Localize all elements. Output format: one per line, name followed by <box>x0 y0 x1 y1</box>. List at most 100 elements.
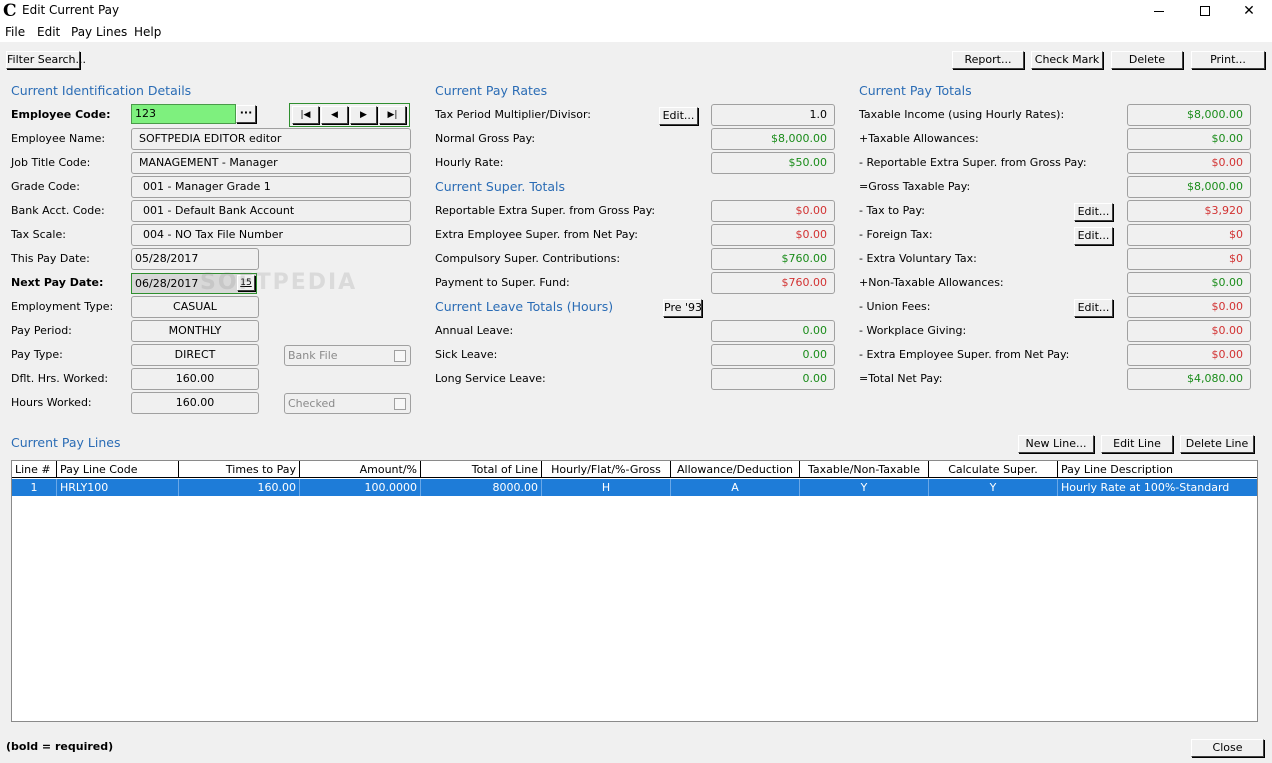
employment-type-label: Employment Type: <box>11 300 114 313</box>
pay-rates-section-title: Current Pay Rates <box>435 83 548 98</box>
filter-search-button[interactable]: Filter Search... <box>6 51 86 69</box>
report-button[interactable]: Report... <box>952 51 1024 69</box>
multiplier-edit-button[interactable]: Edit... <box>659 107 698 125</box>
tax-to-pay-edit-button[interactable]: Edit... <box>1074 203 1113 221</box>
employee-name-field: SOFTPEDIA EDITOR editor <box>131 128 411 150</box>
foreign-tax-edit-button[interactable]: Edit... <box>1074 227 1113 245</box>
print-button[interactable]: Print... <box>1191 51 1265 69</box>
union-fees-edit-button[interactable]: Edit... <box>1074 299 1113 317</box>
table-row[interactable]: 1 HRLY100 160.00 100.0000 8000.00 H A Y … <box>12 479 1257 496</box>
multiplier-label: Tax Period Multiplier/Divisor: <box>435 108 592 121</box>
hourly-rate-label: Hourly Rate: <box>435 156 504 169</box>
reportable-super-field: $0.00 <box>711 200 835 222</box>
job-title-field: MANAGEMENT - Manager <box>131 152 411 174</box>
menu-pay-lines[interactable]: Pay Lines <box>71 25 127 39</box>
tax-to-pay-field: $3,920 <box>1127 200 1251 222</box>
new-line-button[interactable]: New Line... <box>1018 435 1094 453</box>
pre93-button[interactable]: Pre '93 <box>663 299 702 317</box>
last-record-icon: ▶| <box>387 110 398 120</box>
menu-edit[interactable]: Edit <box>37 25 60 39</box>
column-header[interactable]: Allowance/Deduction <box>671 461 800 478</box>
normal-gross-field: $8,000.00 <box>711 128 835 150</box>
pay-lines-grid[interactable]: Line # Pay Line Code Times to Pay Amount… <box>11 460 1258 722</box>
annual-leave-label: Annual Leave: <box>435 324 514 337</box>
payment-super-label: Payment to Super. Fund: <box>435 276 570 289</box>
close-window-button[interactable]: ✕ <box>1226 0 1272 22</box>
union-fees-label: - Union Fees: <box>859 300 931 313</box>
column-header[interactable]: Taxable/Non-Taxable <box>800 461 929 478</box>
table-cell: Y <box>800 479 929 496</box>
prev-record-icon: ◀ <box>331 110 338 120</box>
taxable-income-field: $8,000.00 <box>1127 104 1251 126</box>
bank-file-check-box[interactable] <box>394 350 406 362</box>
voluntary-tax-field: $0 <box>1127 248 1251 270</box>
column-header[interactable]: Times to Pay <box>179 461 300 478</box>
tax-scale-label: Tax Scale: <box>11 228 66 241</box>
next-record-icon: ▶ <box>360 110 367 120</box>
reportable-super-label: Reportable Extra Super. from Gross Pay: <box>435 204 656 217</box>
edit-line-button[interactable]: Edit Line <box>1101 435 1173 453</box>
menu-help[interactable]: Help <box>134 25 161 39</box>
delete-line-button[interactable]: Delete Line <box>1180 435 1254 453</box>
check-mark-button[interactable]: Check Mark <box>1031 51 1103 69</box>
maximize-button[interactable] <box>1182 0 1228 22</box>
multiplier-field: 1.0 <box>711 104 835 126</box>
table-cell: 160.00 <box>179 479 300 496</box>
app-logo-icon: C <box>3 1 17 21</box>
minimize-button[interactable] <box>1136 0 1182 22</box>
this-pay-date-field: 05/28/2017 <box>131 248 259 270</box>
nav-first-button[interactable]: |◀ <box>292 106 319 124</box>
delete-button[interactable]: Delete <box>1111 51 1183 69</box>
nav-next-button[interactable]: ▶ <box>350 106 377 124</box>
employee-lookup-button[interactable]: ··· <box>236 105 256 123</box>
extra-employee-super-field: $0.00 <box>711 224 835 246</box>
column-header[interactable]: Line # <box>12 461 57 478</box>
menu-file[interactable]: File <box>5 25 25 39</box>
annual-leave-field: 0.00 <box>711 320 835 342</box>
compulsory-super-field: $760.00 <box>711 248 835 270</box>
column-header[interactable]: Hourly/Flat/%-Gross <box>542 461 671 478</box>
window-title: Edit Current Pay <box>22 3 120 17</box>
employee-code-label: Employee Code: <box>11 108 111 121</box>
nav-prev-button[interactable]: ◀ <box>321 106 348 124</box>
non-taxable-field: $0.00 <box>1127 272 1251 294</box>
column-header[interactable]: Calculate Super. <box>929 461 1058 478</box>
table-cell: A <box>671 479 800 496</box>
bank-acct-label: Bank Acct. Code: <box>11 204 105 217</box>
column-header[interactable]: Pay Line Code <box>57 461 179 478</box>
foreign-tax-field: $0 <box>1127 224 1251 246</box>
nav-last-button[interactable]: ▶| <box>379 106 406 124</box>
totals-reportable-super-label: - Reportable Extra Super. from Gross Pay… <box>859 156 1087 169</box>
next-pay-date-label: Next Pay Date: <box>11 276 104 289</box>
workplace-giving-field: $0.00 <box>1127 320 1251 342</box>
column-header[interactable]: Total of Line <box>421 461 542 478</box>
close-button[interactable]: Close <box>1191 739 1264 757</box>
checked-label: Checked <box>288 397 336 410</box>
table-cell: 8000.00 <box>421 479 542 496</box>
bank-file-checkbox[interactable]: Bank File <box>284 345 411 366</box>
column-header[interactable]: Amount/% <box>300 461 421 478</box>
tax-to-pay-label: - Tax to Pay: <box>859 204 925 217</box>
long-service-leave-field: 0.00 <box>711 368 835 390</box>
pay-period-label: Pay Period: <box>11 324 72 337</box>
column-header[interactable]: Pay Line Description <box>1058 461 1257 478</box>
employee-name-label: Employee Name: <box>11 132 106 145</box>
pay-period-field: MONTHLY <box>131 320 259 342</box>
voluntary-tax-label: - Extra Voluntary Tax: <box>859 252 977 265</box>
title-bar: C Edit Current Pay ✕ <box>0 0 1272 22</box>
sick-leave-label: Sick Leave: <box>435 348 498 361</box>
non-taxable-label: +Non-Taxable Allowances: <box>859 276 1004 289</box>
dflt-hours-field: 160.00 <box>131 368 259 390</box>
employee-code-input[interactable]: 123 <box>131 104 236 124</box>
table-cell: HRLY100 <box>57 479 179 496</box>
tax-scale-field: 004 - NO Tax File Number <box>131 224 411 246</box>
total-net-pay-field: $4,080.00 <box>1127 368 1251 390</box>
checked-checkbox[interactable]: Checked <box>284 393 411 414</box>
total-net-pay-label: =Total Net Pay: <box>859 372 943 385</box>
job-title-label: Job Title Code: <box>11 156 91 169</box>
grade-code-label: Grade Code: <box>11 180 80 193</box>
checked-check-box[interactable] <box>394 398 406 410</box>
long-service-leave-label: Long Service Leave: <box>435 372 546 385</box>
pay-lines-section-title: Current Pay Lines <box>11 435 121 450</box>
hourly-rate-field: $50.00 <box>711 152 835 174</box>
